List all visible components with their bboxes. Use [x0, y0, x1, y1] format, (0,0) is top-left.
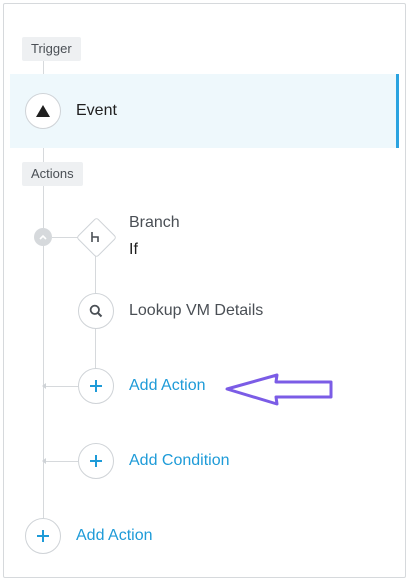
connector-arrow — [42, 383, 46, 389]
actions-section-label: Actions — [22, 162, 83, 186]
add-action-outer-label[interactable]: Add Action — [76, 526, 153, 546]
collapse-branch-toggle[interactable] — [34, 228, 52, 246]
add-condition-label[interactable]: Add Condition — [129, 451, 230, 471]
add-action-connector-line — [44, 386, 78, 387]
branch-condition[interactable]: If — [129, 240, 138, 260]
add-condition-connector-line — [44, 461, 78, 462]
event-node[interactable] — [25, 93, 61, 129]
event-label: Event — [76, 102, 117, 119]
branch-node[interactable] — [75, 216, 117, 258]
trigger-section-label: Trigger — [22, 37, 81, 61]
search-icon — [89, 304, 103, 318]
annotation-arrow — [225, 373, 333, 406]
add-action-inner-label[interactable]: Add Action — [129, 376, 206, 396]
plus-icon — [90, 380, 102, 392]
plus-icon — [37, 530, 49, 542]
branch-icon — [91, 232, 99, 242]
lookup-vm-details-label[interactable]: Lookup VM Details — [129, 301, 263, 321]
add-action-outer-button[interactable] — [25, 518, 61, 554]
lookup-node[interactable] — [78, 293, 114, 329]
add-action-inner-button[interactable] — [78, 368, 114, 404]
triangle-icon — [36, 105, 50, 117]
plus-icon — [90, 455, 102, 467]
connector-arrow — [42, 458, 46, 464]
event-trigger-row[interactable] — [10, 74, 399, 148]
branch-title: Branch — [129, 214, 180, 231]
add-condition-button[interactable] — [78, 443, 114, 479]
chevron-up-icon — [39, 234, 47, 240]
